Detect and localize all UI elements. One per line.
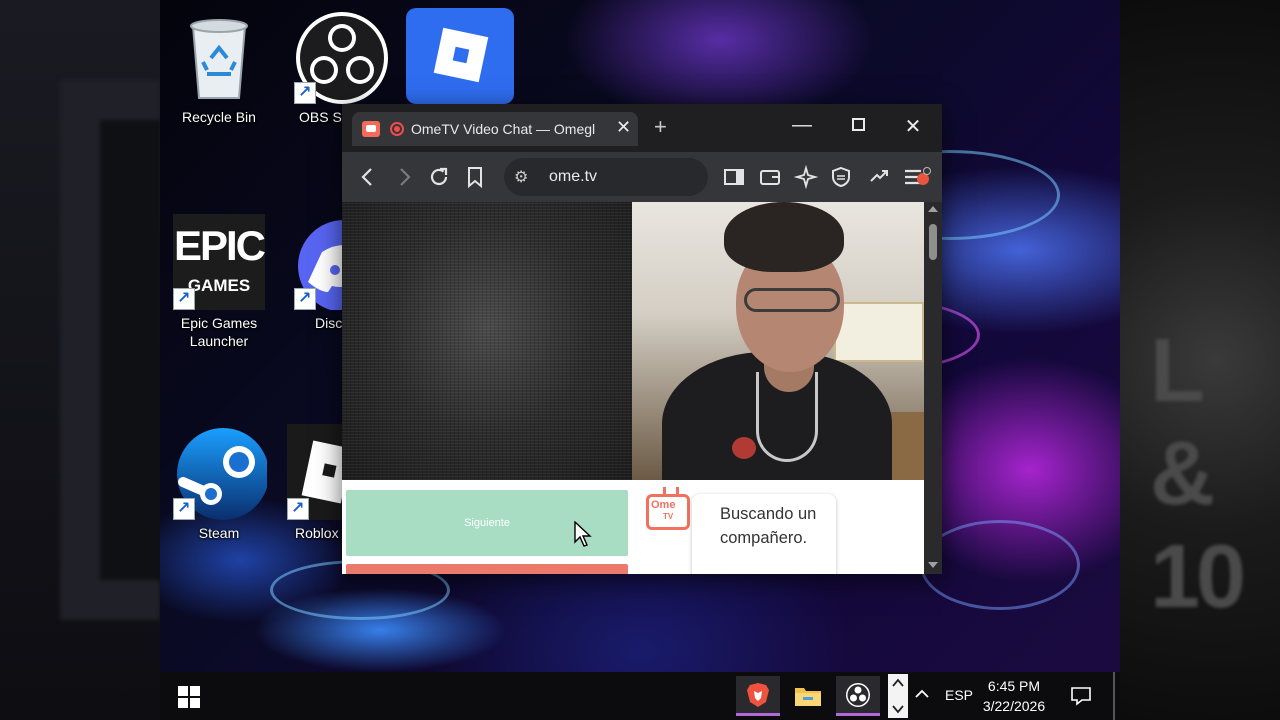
reload-button[interactable] xyxy=(427,165,451,189)
forward-button[interactable] xyxy=(392,165,416,189)
roblox-studio-icon xyxy=(406,8,514,104)
outer-frame-left xyxy=(0,0,160,720)
brave-icon xyxy=(747,683,769,707)
leo-ai-icon[interactable] xyxy=(793,164,819,190)
shortcut-arrow-icon xyxy=(287,498,309,520)
taskbar-scroll-widget[interactable] xyxy=(888,674,908,718)
scroll-thumb[interactable] xyxy=(929,224,937,260)
chat-status-message: Buscando un compañero. xyxy=(692,494,836,574)
show-hidden-icons-chevron-icon[interactable] xyxy=(914,686,930,707)
close-tab-icon[interactable]: ✕ xyxy=(616,117,631,138)
vpn-shield-icon[interactable] xyxy=(829,165,853,189)
stop-button[interactable] xyxy=(346,564,628,574)
shortcut-arrow-icon xyxy=(173,288,195,310)
title-bar[interactable]: OmeTV Video Chat — Omegl ✕ + — ✕ xyxy=(342,104,942,152)
show-desktop-button[interactable] xyxy=(1113,672,1115,720)
chat-panel: Ome TV Buscando un compañero. xyxy=(632,480,924,574)
shortcut-arrow-icon xyxy=(294,82,316,104)
desktop-icon-label: Epic Games Launcher xyxy=(180,315,258,349)
page-viewport: Siguiente Ome TV Buscando un compañero. xyxy=(342,202,924,574)
desktop-icon-label: Recycle Bin xyxy=(182,109,256,125)
background-ghost-text: L & 10 xyxy=(1150,321,1246,627)
ometv-favicon-icon xyxy=(362,121,380,137)
new-tab-button[interactable]: + xyxy=(654,116,667,138)
self-camera-video xyxy=(632,202,924,480)
wallpaper-swirl xyxy=(920,520,1080,610)
browser-tab[interactable]: OmeTV Video Chat — Omegl ✕ xyxy=(352,112,638,146)
browser-toolbar: ⚙ ome.tv xyxy=(342,152,942,202)
language-indicator[interactable]: ESP xyxy=(945,687,973,703)
desktop-icon-recycle-bin[interactable]: Recycle Bin xyxy=(164,8,274,126)
steam-icon xyxy=(171,424,269,520)
outer-frame-right: L & 10 xyxy=(1120,0,1280,720)
maximize-button[interactable] xyxy=(843,114,873,137)
sidebar-icon[interactable] xyxy=(722,165,746,189)
rewards-icon[interactable] xyxy=(867,165,891,189)
clock[interactable]: 6:45 PM 3/22/2026 xyxy=(972,676,1056,716)
epic-games-icon: EPIC GAMES xyxy=(173,214,266,310)
page-scrollbar[interactable] xyxy=(924,202,942,574)
desktop-icon-label: Steam xyxy=(198,525,240,541)
notification-center-icon[interactable] xyxy=(1070,685,1092,712)
taskbar-brave[interactable] xyxy=(736,676,780,716)
roblox-icon xyxy=(287,424,353,520)
clock-date: 3/22/2026 xyxy=(982,698,1046,714)
address-bar[interactable]: ⚙ ome.tv xyxy=(504,158,708,196)
minimize-button[interactable]: — xyxy=(787,114,817,137)
close-window-button[interactable]: ✕ xyxy=(898,114,928,139)
taskbar: ESP 6:45 PM 3/22/2026 xyxy=(160,672,1120,720)
recording-indicator-icon xyxy=(390,122,404,136)
wallet-icon[interactable] xyxy=(758,165,782,189)
menu-icon[interactable] xyxy=(903,165,931,189)
taskbar-obs[interactable] xyxy=(836,676,880,716)
obs-icon xyxy=(846,683,870,707)
desktop-icon-epic-games[interactable]: EPIC GAMES Epic Games Launcher xyxy=(164,214,274,350)
url-text: ome.tv xyxy=(549,168,598,185)
tab-title: OmeTV Video Chat — Omegl xyxy=(411,121,596,137)
desktop-icon-steam[interactable]: Steam xyxy=(164,424,274,542)
scroll-up-arrow-icon[interactable] xyxy=(928,206,938,212)
windows-start-icon[interactable] xyxy=(178,686,200,708)
browser-window: OmeTV Video Chat — Omegl ✕ + — ✕ ⚙ ome.t… xyxy=(342,104,942,574)
site-settings-icon[interactable]: ⚙ xyxy=(514,167,528,187)
epic-logo-line1: EPIC xyxy=(173,222,266,269)
taskbar-file-explorer[interactable] xyxy=(786,676,830,716)
obs-icon xyxy=(292,8,388,104)
ometv-logo-icon: Ome TV xyxy=(646,494,690,530)
shortcut-arrow-icon xyxy=(294,288,316,310)
stranger-video-placeholder xyxy=(342,202,632,480)
file-explorer-icon xyxy=(795,688,821,706)
scroll-down-arrow-icon[interactable] xyxy=(928,562,938,568)
bookmark-icon[interactable] xyxy=(463,165,487,189)
clock-time: 6:45 PM xyxy=(987,678,1041,694)
recycle-bin-icon xyxy=(171,8,267,104)
back-button[interactable] xyxy=(356,165,380,189)
shortcut-arrow-icon xyxy=(173,498,195,520)
desktop-icon-roblox-studio[interactable] xyxy=(405,8,515,104)
